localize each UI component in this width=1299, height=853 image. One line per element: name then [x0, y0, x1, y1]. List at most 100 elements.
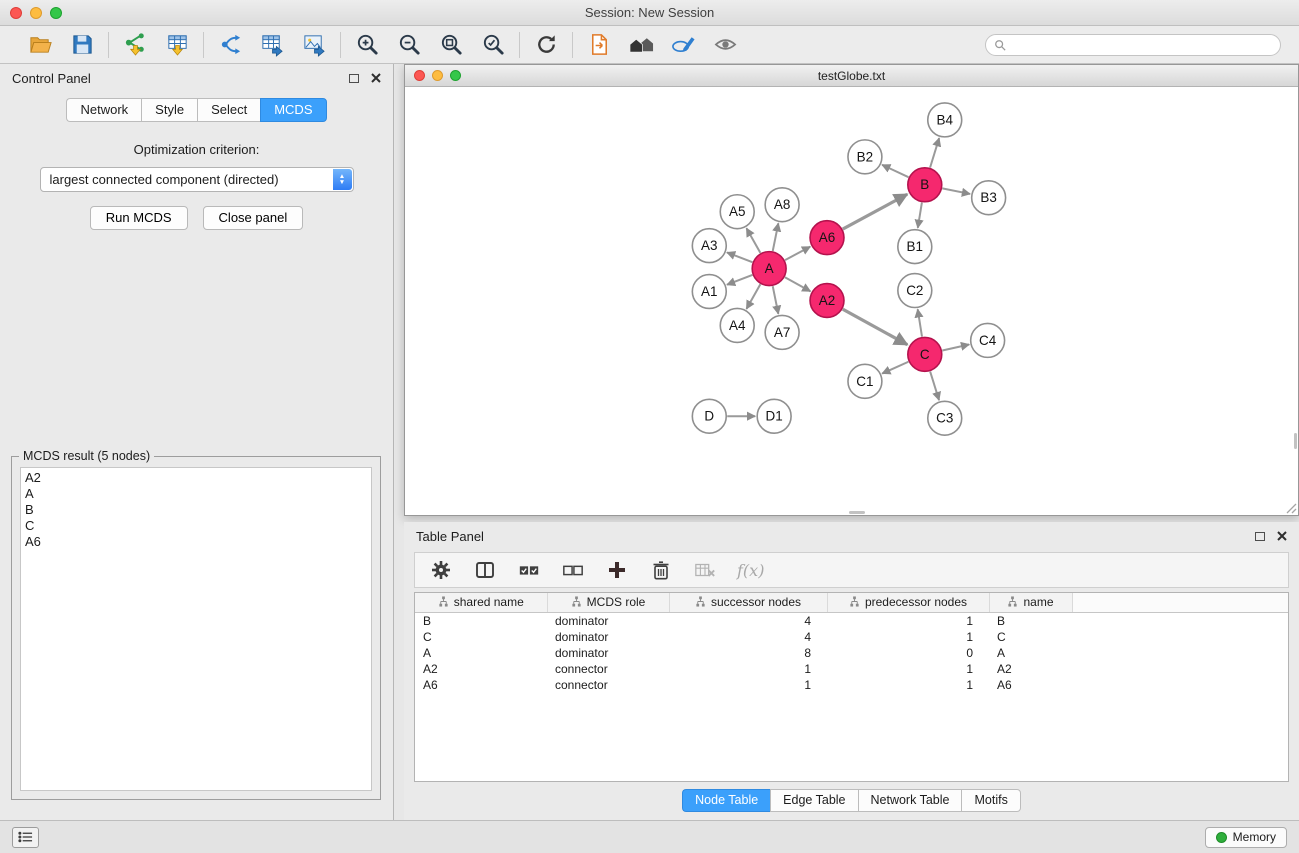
- graph-node-D[interactable]: D: [692, 399, 726, 433]
- table-cell[interactable]: C: [415, 629, 547, 645]
- add-icon[interactable]: [605, 558, 629, 582]
- tab-node-table[interactable]: Node Table: [682, 789, 770, 812]
- table-cell[interactable]: 1: [827, 612, 989, 629]
- graph-edge-A-A1[interactable]: [727, 275, 752, 285]
- graph-node-A4[interactable]: A4: [720, 308, 754, 342]
- graph-node-B4[interactable]: B4: [928, 103, 962, 137]
- graph-edge-A-A5[interactable]: [747, 228, 761, 253]
- export-network-icon[interactable]: [216, 31, 244, 59]
- graph-edge-B-B1[interactable]: [918, 203, 922, 228]
- graph-edge-C-C1[interactable]: [882, 362, 908, 374]
- import-network-icon[interactable]: [121, 31, 149, 59]
- float-panel-icon[interactable]: [349, 74, 359, 83]
- tab-network-table[interactable]: Network Table: [858, 789, 962, 812]
- table-cell[interactable]: 4: [669, 612, 827, 629]
- export-image-icon[interactable]: [300, 31, 328, 59]
- table-cell[interactable]: B: [415, 612, 547, 629]
- graph-node-A5[interactable]: A5: [720, 195, 754, 229]
- graph-node-B1[interactable]: B1: [898, 230, 932, 264]
- graph-node-B3[interactable]: B3: [972, 181, 1006, 215]
- float-table-panel-icon[interactable]: [1255, 532, 1265, 541]
- graph-edge-A6-B[interactable]: [843, 194, 907, 229]
- table-cell[interactable]: 1: [669, 661, 827, 677]
- open-session-icon[interactable]: [26, 31, 54, 59]
- graph-edge-B-B4[interactable]: [930, 138, 939, 168]
- mcds-result-item[interactable]: A2: [25, 470, 367, 486]
- tab-edge-table[interactable]: Edge Table: [770, 789, 857, 812]
- mcds-result-item[interactable]: A: [25, 486, 367, 502]
- column-header-predecessor-nodes[interactable]: predecessor nodes: [827, 593, 989, 612]
- save-session-icon[interactable]: [68, 31, 96, 59]
- graph-edge-C-C3[interactable]: [930, 372, 939, 401]
- graph-node-C1[interactable]: C1: [848, 364, 882, 398]
- close-panel-button[interactable]: Close panel: [203, 206, 304, 230]
- home-icon[interactable]: [627, 31, 655, 59]
- table-cell[interactable]: A2: [989, 661, 1072, 677]
- run-mcds-button[interactable]: Run MCDS: [90, 206, 188, 230]
- table-row[interactable]: A6connector11A6: [415, 677, 1288, 693]
- table-cell[interactable]: dominator: [547, 645, 669, 661]
- vertical-scrollbar-thumb[interactable]: [1294, 433, 1297, 449]
- network-canvas[interactable]: B4B2BB3A5A8A6A3B1AA1C2A2A4A7C4CC1C3DD1: [405, 88, 1298, 515]
- graph-edge-C-C4[interactable]: [942, 344, 969, 350]
- zoom-selected-icon[interactable]: [479, 31, 507, 59]
- table-cell[interactable]: A: [415, 645, 547, 661]
- table-cell[interactable]: 4: [669, 629, 827, 645]
- tab-style[interactable]: Style: [141, 98, 197, 122]
- graph-edge-A-A6[interactable]: [785, 247, 810, 260]
- annotate-icon[interactable]: [669, 31, 697, 59]
- graph-node-C2[interactable]: C2: [898, 274, 932, 308]
- memory-button[interactable]: Memory: [1205, 827, 1287, 848]
- table-row[interactable]: Adominator80A: [415, 645, 1288, 661]
- tab-motifs[interactable]: Motifs: [961, 789, 1020, 812]
- table-cell[interactable]: dominator: [547, 612, 669, 629]
- close-table-panel-icon[interactable]: [1277, 531, 1287, 541]
- graph-edge-C-C2[interactable]: [918, 309, 922, 336]
- graph-node-B2[interactable]: B2: [848, 140, 882, 174]
- close-panel-icon[interactable]: [371, 73, 381, 83]
- graph-node-A6[interactable]: A6: [810, 221, 844, 255]
- table-row[interactable]: Cdominator41C: [415, 629, 1288, 645]
- zoom-window-button[interactable]: [50, 7, 62, 19]
- column-header-name[interactable]: name: [989, 593, 1072, 612]
- zoom-in-icon[interactable]: [353, 31, 381, 59]
- graph-node-C4[interactable]: C4: [971, 323, 1005, 357]
- resize-grip-icon[interactable]: [1284, 501, 1297, 514]
- table-row[interactable]: A2connector11A2: [415, 661, 1288, 677]
- graph-edge-A-A4[interactable]: [747, 284, 761, 309]
- network-window-titlebar[interactable]: testGlobe.txt: [405, 65, 1298, 87]
- delete-table-icon[interactable]: [693, 558, 717, 582]
- mcds-result-item[interactable]: B: [25, 502, 367, 518]
- graph-edge-A-A2[interactable]: [785, 277, 811, 291]
- graph-edge-A-A3[interactable]: [727, 252, 752, 262]
- import-table-icon[interactable]: [163, 31, 191, 59]
- graph-node-A2[interactable]: A2: [810, 284, 844, 318]
- tab-network[interactable]: Network: [66, 98, 141, 122]
- graph-node-A3[interactable]: A3: [692, 229, 726, 263]
- graph-node-B[interactable]: B: [908, 168, 942, 202]
- table-cell[interactable]: A2: [415, 661, 547, 677]
- deselect-all-icon[interactable]: [561, 558, 585, 582]
- graph-edge-B-B2[interactable]: [882, 165, 908, 177]
- network-zoom-button[interactable]: [450, 70, 461, 81]
- search-input[interactable]: [1011, 38, 1272, 52]
- table-cell[interactable]: 8: [669, 645, 827, 661]
- export-table-icon[interactable]: [258, 31, 286, 59]
- close-window-button[interactable]: [10, 7, 22, 19]
- table-cell[interactable]: C: [989, 629, 1072, 645]
- table-cell[interactable]: 1: [669, 677, 827, 693]
- graph-node-C3[interactable]: C3: [928, 401, 962, 435]
- delete-icon[interactable]: [649, 558, 673, 582]
- graph-node-D1[interactable]: D1: [757, 399, 791, 433]
- eye-icon[interactable]: [711, 31, 739, 59]
- network-minimize-button[interactable]: [432, 70, 443, 81]
- tab-mcds[interactable]: MCDS: [260, 98, 326, 122]
- table-row[interactable]: Bdominator41B: [415, 612, 1288, 629]
- table-cell[interactable]: connector: [547, 677, 669, 693]
- graph-node-A8[interactable]: A8: [765, 188, 799, 222]
- table-cell[interactable]: 1: [827, 629, 989, 645]
- graph-node-A7[interactable]: A7: [765, 315, 799, 349]
- tab-select[interactable]: Select: [197, 98, 260, 122]
- table-settings-icon[interactable]: [429, 558, 453, 582]
- table-cell[interactable]: 0: [827, 645, 989, 661]
